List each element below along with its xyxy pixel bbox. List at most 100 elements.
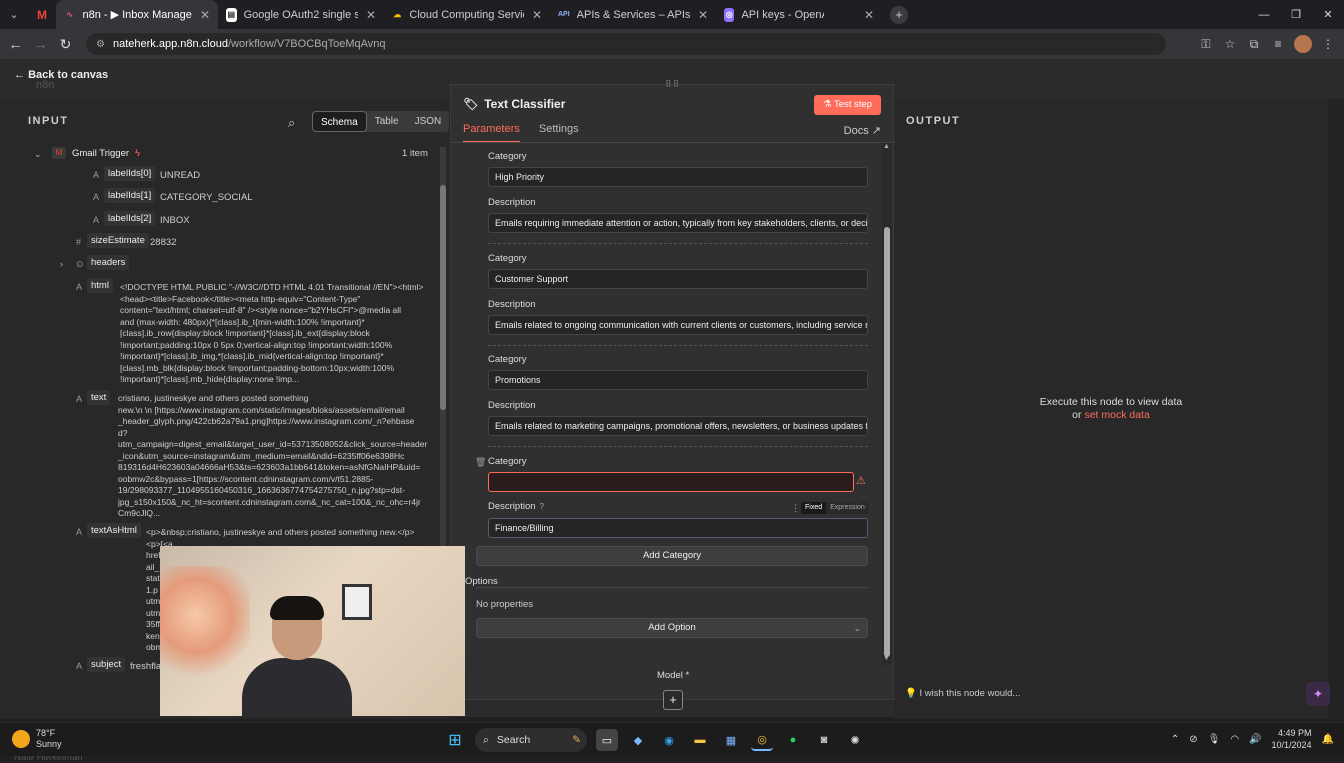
- windows-start-icon[interactable]: ⊞: [444, 729, 466, 751]
- category-input[interactable]: [488, 472, 854, 492]
- ai-assistant-sparkle-icon[interactable]: ✦: [1306, 682, 1330, 706]
- taskbar-search[interactable]: ⌕ Search ✎: [475, 728, 587, 752]
- more-options-icon[interactable]: ⋮: [791, 503, 800, 514]
- wifi-icon[interactable]: ◠: [1230, 734, 1239, 745]
- extensions-icon[interactable]: ⧉: [1246, 37, 1262, 52]
- file-explorer-icon[interactable]: ▬: [689, 729, 711, 751]
- browser-tab-openai[interactable]: ◎ API keys - OpenAI API ✕: [716, 0, 882, 29]
- description-input[interactable]: Emails requiring immediate attention or …: [488, 213, 868, 233]
- description-input[interactable]: Emails related to marketing campaigns, p…: [488, 416, 868, 436]
- help-icon[interactable]: ?: [540, 502, 544, 511]
- tab-title: API keys - OpenAI API: [741, 8, 824, 21]
- search-icon[interactable]: ⌕: [288, 115, 295, 131]
- spotify-icon[interactable]: ●: [782, 729, 804, 751]
- category-input[interactable]: High Priority: [488, 167, 868, 187]
- set-mock-data-link[interactable]: set mock data: [1084, 409, 1149, 421]
- reload-icon[interactable]: ↻: [53, 29, 78, 59]
- network-off-icon[interactable]: ⊘: [1189, 734, 1197, 745]
- chevron-up-icon[interactable]: ⌃: [1171, 734, 1179, 745]
- modal-scrollbar[interactable]: ▲ ▼: [882, 143, 892, 665]
- tab-search-icon[interactable]: ⌄: [0, 0, 28, 29]
- trigger-name: Gmail Trigger: [72, 148, 130, 159]
- browser-tab-oauth[interactable]: ▤ Google OAuth2 single service | ✕: [218, 0, 384, 29]
- view-json-button[interactable]: JSON: [407, 111, 450, 132]
- system-tray: ⌃ ⊘ 🎙 ◠ 🔊 4:49 PM 10/1/2024 🔔: [1171, 727, 1334, 751]
- chatgpt-icon[interactable]: ✺: [844, 729, 866, 751]
- trash-icon[interactable]: 🗑: [475, 457, 486, 468]
- add-option-button[interactable]: Add Option ⌄: [476, 618, 868, 638]
- forward-arrow-icon[interactable]: →: [28, 29, 53, 59]
- drag-handle-icon[interactable]: ⠿⠿: [665, 79, 680, 90]
- expression-mode-button[interactable]: Expression: [826, 502, 869, 514]
- back-arrow-icon[interactable]: ←: [3, 29, 28, 59]
- gmail-pinned-tab-icon[interactable]: M: [28, 0, 56, 29]
- schema-key[interactable]: sizeEstimate: [87, 233, 149, 248]
- close-icon[interactable]: ✕: [366, 8, 376, 22]
- restore-icon[interactable]: ❐: [1280, 0, 1312, 29]
- url-field[interactable]: ⚙ nateherk.app.n8n.cloud /workflow/V7BOC…: [86, 33, 1166, 55]
- close-icon[interactable]: ✕: [532, 8, 542, 22]
- add-model-button[interactable]: +: [663, 690, 683, 710]
- store-icon[interactable]: ▦: [720, 729, 742, 751]
- profile-avatar[interactable]: [1294, 35, 1312, 53]
- schema-key[interactable]: labelIds[2]: [104, 211, 156, 226]
- password-key-icon[interactable]: ⚿: [1198, 37, 1214, 52]
- chevron-right-icon[interactable]: ›: [60, 259, 63, 269]
- docs-link[interactable]: Docs ↗: [844, 124, 881, 137]
- chevron-down-icon[interactable]: ⌄: [34, 149, 42, 160]
- scroll-up-icon[interactable]: ▲: [883, 143, 890, 150]
- test-step-button[interactable]: ⚗ Test step: [813, 95, 881, 115]
- scrollbar-thumb[interactable]: [440, 185, 446, 410]
- webcam-overlay-image: [160, 546, 465, 716]
- category-input[interactable]: Customer Support: [488, 269, 868, 289]
- description-input[interactable]: Emails related to ongoing communication …: [488, 315, 868, 335]
- schema-key[interactable]: subject: [87, 657, 126, 672]
- schema-key[interactable]: textAsHtml: [87, 523, 141, 538]
- add-category-button[interactable]: Add Category: [476, 546, 868, 566]
- edge-icon[interactable]: ◉: [658, 729, 680, 751]
- browser-menu-icon[interactable]: ⋮: [1320, 37, 1336, 51]
- weather-widget[interactable]: 78°F Sunny: [12, 728, 62, 750]
- close-window-icon[interactable]: ✕: [1312, 0, 1344, 29]
- camera-icon[interactable]: ◙: [813, 729, 835, 751]
- category-input[interactable]: Promotions: [488, 370, 868, 390]
- close-icon[interactable]: ✕: [864, 8, 874, 22]
- media-control-icon[interactable]: ≡: [1270, 37, 1286, 51]
- notification-bell-icon[interactable]: 🔔: [1322, 734, 1334, 745]
- schema-key[interactable]: headers: [87, 255, 130, 270]
- site-info-icon[interactable]: ⚙: [96, 39, 105, 50]
- view-schema-button[interactable]: Schema: [312, 111, 367, 132]
- description-input[interactable]: Finance/Billing: [488, 518, 868, 538]
- schema-key[interactable]: labelIds[1]: [104, 188, 156, 203]
- chrome-icon[interactable]: ◎: [751, 729, 773, 751]
- close-icon[interactable]: ✕: [698, 8, 708, 22]
- browser-tab-apis[interactable]: API APIs & Services – APIs & Servic ✕: [550, 0, 716, 29]
- copilot-icon[interactable]: ◆: [627, 729, 649, 751]
- new-tab-button[interactable]: +: [890, 5, 908, 24]
- task-view-icon[interactable]: ▭: [596, 729, 618, 751]
- browser-tab-cloud[interactable]: ☁ Cloud Computing Services | Go ✕: [384, 0, 550, 29]
- docs-label: Docs: [843, 125, 869, 137]
- close-icon[interactable]: ✕: [200, 8, 210, 22]
- value-line: <head><title>Facebook</title><meta http-…: [120, 293, 361, 304]
- category-label: Category: [488, 354, 527, 365]
- tab-settings[interactable]: Settings: [539, 123, 579, 135]
- microphone-icon[interactable]: 🎙: [1208, 734, 1221, 745]
- schema-key[interactable]: labelIds[0]: [104, 166, 156, 181]
- address-bar: ← → ↻ ⚙ nateherk.app.n8n.cloud /workflow…: [0, 29, 1344, 59]
- scroll-down-icon[interactable]: ▼: [883, 655, 890, 662]
- clock[interactable]: 4:49 PM 10/1/2024: [1272, 727, 1312, 751]
- test-step-label: Test step: [833, 99, 872, 110]
- back-to-canvas-button[interactable]: ← Back to canvas: [14, 69, 108, 81]
- fixed-mode-button[interactable]: Fixed: [801, 502, 827, 514]
- tab-parameters[interactable]: Parameters: [463, 123, 520, 143]
- volume-icon[interactable]: 🔊: [1249, 734, 1261, 745]
- scrollbar-thumb[interactable]: [884, 227, 890, 657]
- feedback-prompt[interactable]: 💡 I wish this node would...: [905, 688, 1020, 699]
- schema-key[interactable]: html: [87, 278, 113, 293]
- view-table-button[interactable]: Table: [367, 111, 407, 132]
- bookmark-star-icon[interactable]: ☆: [1222, 37, 1238, 51]
- schema-key[interactable]: text: [87, 390, 111, 405]
- minimize-icon[interactable]: —: [1248, 0, 1280, 29]
- browser-tab-n8n[interactable]: ∿ n8n - ▶ Inbox Management ✕: [56, 0, 218, 29]
